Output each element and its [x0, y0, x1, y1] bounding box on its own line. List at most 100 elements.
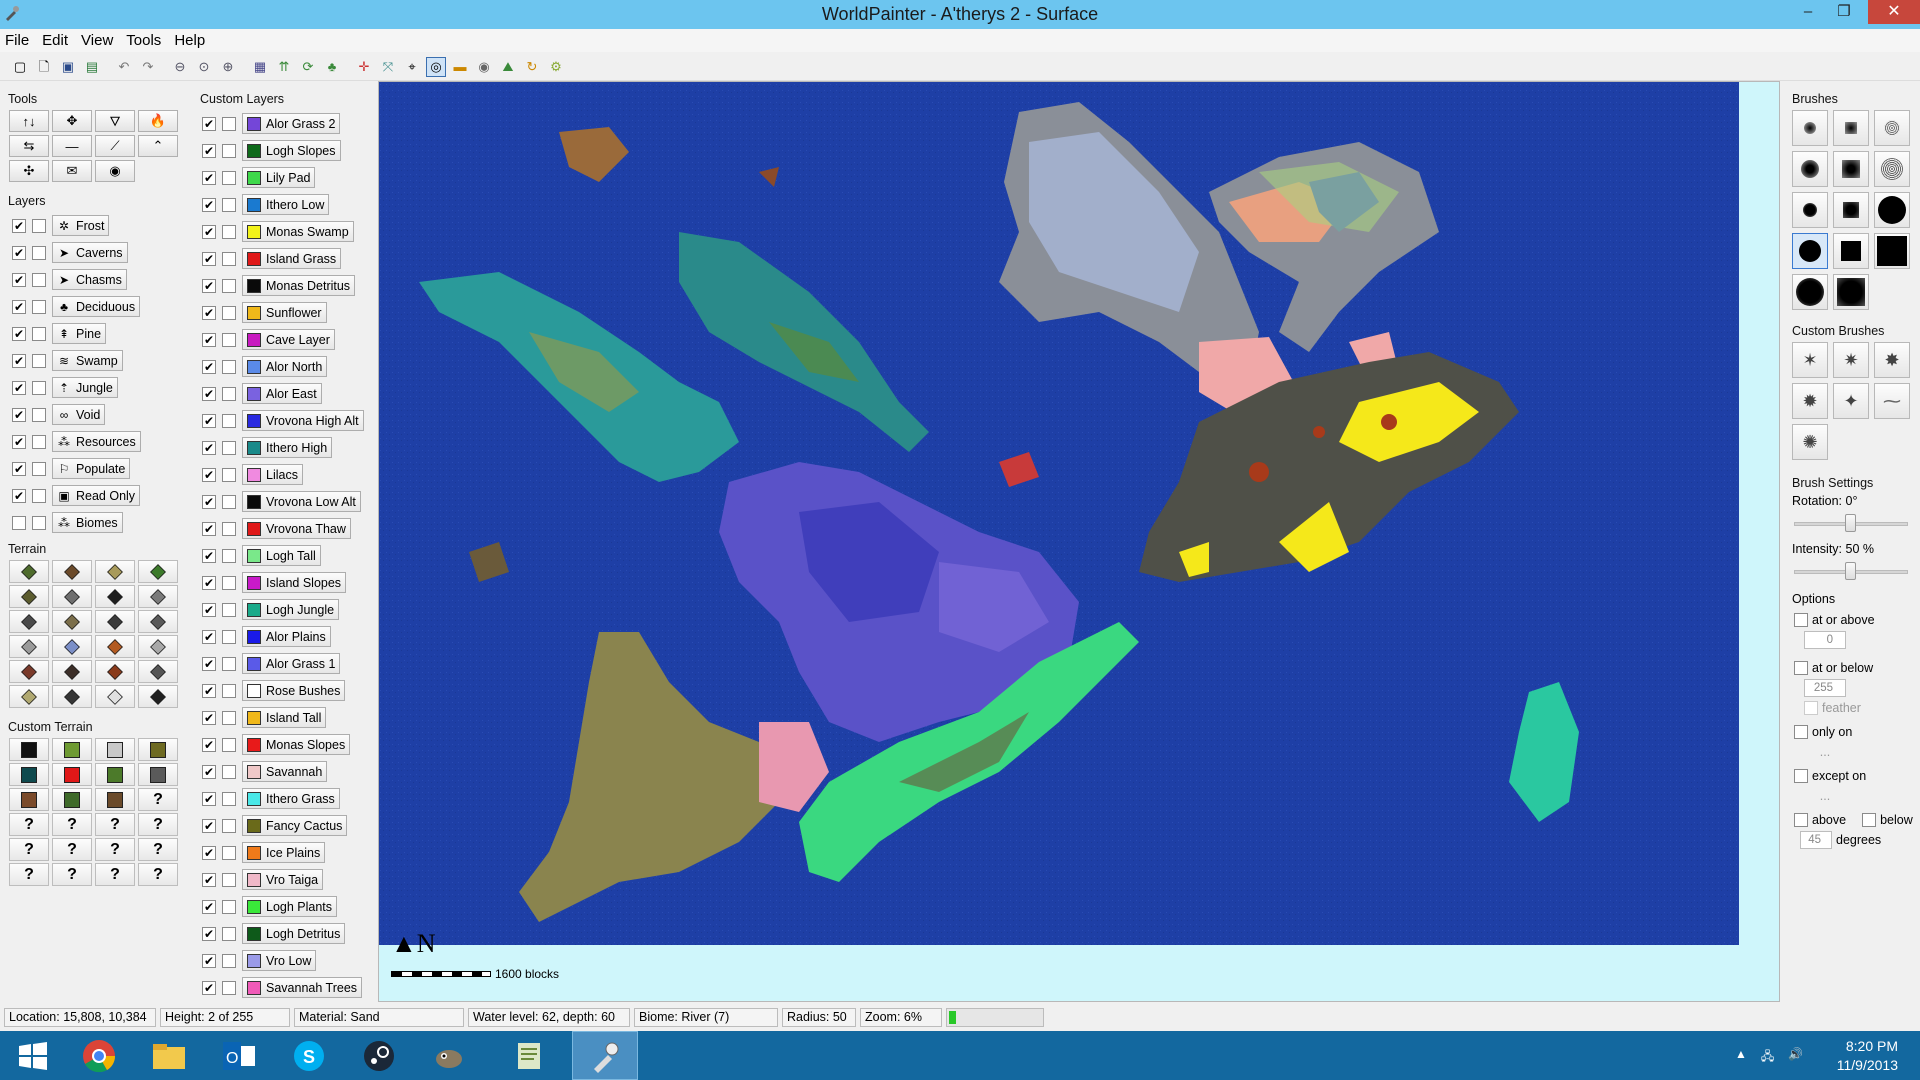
layer-visible-checkbox[interactable]: ✔ — [12, 380, 26, 395]
brush-round-hard[interactable] — [1792, 233, 1828, 269]
at-or-below-spinner[interactable]: 255 — [1804, 679, 1846, 697]
feather-checkbox[interactable] — [1804, 701, 1818, 715]
custom-layer-visible-checkbox[interactable]: ✔ — [202, 332, 216, 347]
layer-visible-checkbox[interactable]: ✔ — [12, 353, 26, 368]
terrain-button[interactable] — [9, 685, 49, 708]
layer-button[interactable]: ⇡ Jungle — [52, 377, 118, 398]
custom-brush-stroke[interactable]: ⁓ — [1874, 383, 1910, 419]
custom-layer-solo-checkbox[interactable] — [222, 332, 236, 347]
custom-layer-solo-checkbox[interactable] — [222, 764, 236, 779]
terrain-button[interactable] — [138, 660, 178, 683]
custom-layer-solo-checkbox[interactable] — [222, 602, 236, 617]
layer-solo-checkbox[interactable] — [32, 434, 46, 449]
custom-layer-button[interactable]: Savannah Trees — [242, 977, 363, 998]
custom-layer-visible-checkbox[interactable]: ✔ — [202, 413, 216, 428]
custom-terrain-button[interactable]: ? — [9, 813, 49, 836]
custom-terrain-button[interactable] — [52, 738, 92, 761]
custom-layer-visible-checkbox[interactable]: ✔ — [202, 359, 216, 374]
layer-solo-checkbox[interactable] — [32, 272, 46, 287]
custom-layer-button[interactable]: Island Tall — [242, 707, 327, 728]
layer-button[interactable]: ⇞ Pine — [52, 323, 107, 344]
brush-round-large[interactable] — [1792, 274, 1828, 310]
custom-layer-solo-checkbox[interactable] — [222, 737, 236, 752]
settings-icon[interactable]: ⚙ — [546, 57, 566, 77]
custom-brush-splat-4[interactable]: ✹ — [1792, 383, 1828, 419]
water-tool[interactable]: 🜄 — [95, 110, 135, 132]
raise-lower-tool[interactable]: ↑↓ — [9, 110, 49, 132]
brush-noise-small[interactable] — [1874, 110, 1910, 146]
layer-solo-checkbox[interactable] — [32, 218, 46, 233]
at-or-above-checkbox[interactable] — [1794, 613, 1808, 627]
custom-layer-solo-checkbox[interactable] — [222, 521, 236, 536]
custom-layer-solo-checkbox[interactable] — [222, 683, 236, 698]
outlook-icon[interactable]: O — [206, 1031, 272, 1080]
custom-terrain-button[interactable] — [52, 763, 92, 786]
custom-terrain-button[interactable]: ? — [52, 863, 92, 886]
rotate-icon[interactable]: ⟳ — [298, 57, 318, 77]
custom-layer-visible-checkbox[interactable]: ✔ — [202, 521, 216, 536]
custom-layer-visible-checkbox[interactable]: ✔ — [202, 224, 216, 239]
resize-icon[interactable]: ⤧ — [378, 57, 398, 77]
custom-layer-visible-checkbox[interactable]: ✔ — [202, 305, 216, 320]
terrain-button[interactable] — [9, 610, 49, 633]
layer-solo-checkbox[interactable] — [32, 407, 46, 422]
custom-layer-visible-checkbox[interactable]: ✔ — [202, 197, 216, 212]
custom-terrain-button[interactable] — [9, 763, 49, 786]
layer-button[interactable]: ➤ Chasms — [52, 269, 127, 290]
custom-layer-visible-checkbox[interactable]: ✔ — [202, 737, 216, 752]
custom-layer-button[interactable]: Savannah — [242, 761, 328, 782]
terrain-button[interactable] — [95, 635, 135, 658]
terrain-button[interactable] — [95, 610, 135, 633]
image-icon[interactable]: ▬ — [450, 57, 470, 77]
custom-layer-solo-checkbox[interactable] — [222, 575, 236, 590]
custom-layer-visible-checkbox[interactable]: ✔ — [202, 791, 216, 806]
brush-square-hard[interactable] — [1833, 233, 1869, 269]
custom-layer-button[interactable]: Vrovona Thaw — [242, 518, 351, 539]
custom-layer-button[interactable]: Monas Swamp — [242, 221, 354, 242]
custom-layer-button[interactable]: Ithero High — [242, 437, 333, 458]
terrain-button[interactable] — [95, 560, 135, 583]
custom-terrain-button[interactable] — [138, 763, 178, 786]
custom-layer-button[interactable]: Logh Plants — [242, 896, 338, 917]
brush-soft-medium[interactable] — [1792, 151, 1828, 187]
layer-solo-checkbox[interactable] — [32, 245, 46, 260]
terrain-button[interactable] — [95, 660, 135, 683]
custom-brush-splat-2[interactable]: ✷ — [1833, 342, 1869, 378]
network-icon[interactable]: 🖧 — [1761, 1047, 1774, 1068]
layer-visible-checkbox[interactable]: ✔ — [12, 299, 26, 314]
custom-layer-solo-checkbox[interactable] — [222, 710, 236, 725]
custom-brush-splat-3[interactable]: ✸ — [1874, 342, 1910, 378]
custom-layer-solo-checkbox[interactable] — [222, 278, 236, 293]
custom-layer-button[interactable]: Alor North — [242, 356, 328, 377]
custom-layer-button[interactable]: Alor Plains — [242, 626, 331, 647]
custom-layer-visible-checkbox[interactable]: ✔ — [202, 818, 216, 833]
menu-view[interactable]: View — [80, 32, 114, 49]
grid-icon[interactable]: ▦ — [250, 57, 270, 77]
save-icon[interactable]: ▣ — [58, 57, 78, 77]
custom-layer-solo-checkbox[interactable] — [222, 359, 236, 374]
terrain-button[interactable] — [9, 635, 49, 658]
only-on-checkbox[interactable] — [1794, 725, 1808, 739]
custom-layer-solo-checkbox[interactable] — [222, 791, 236, 806]
zoom-out-icon[interactable]: ⊖ — [170, 57, 190, 77]
map-viewport[interactable]: ▲N 1600 blocks — [378, 81, 1780, 1002]
notepad-icon[interactable] — [496, 1031, 562, 1080]
custom-layer-button[interactable]: Island Slopes — [242, 572, 347, 593]
custom-layer-visible-checkbox[interactable]: ✔ — [202, 926, 216, 941]
layer-button[interactable]: ≋ Swamp — [52, 350, 123, 371]
custom-layer-button[interactable]: Vrovona Low Alt — [242, 491, 361, 512]
custom-layer-button[interactable]: Lilacs — [242, 464, 303, 485]
custom-layer-visible-checkbox[interactable]: ✔ — [202, 116, 216, 131]
custom-layer-visible-checkbox[interactable]: ✔ — [202, 656, 216, 671]
brush-square-large[interactable] — [1833, 274, 1869, 310]
custom-terrain-button[interactable] — [9, 788, 49, 811]
custom-layer-button[interactable]: Sunflower — [242, 302, 327, 323]
new-world-icon[interactable]: ▢ — [10, 57, 30, 77]
custom-layer-button[interactable]: Fancy Cactus — [242, 815, 348, 836]
custom-layer-button[interactable]: Alor Grass 1 — [242, 653, 341, 674]
custom-brush-splat-5[interactable]: ✦ — [1833, 383, 1869, 419]
brush-hard-small[interactable] — [1792, 192, 1828, 228]
custom-terrain-button[interactable]: ? — [138, 863, 178, 886]
chrome-icon[interactable] — [66, 1031, 132, 1080]
terrain-button[interactable] — [9, 560, 49, 583]
